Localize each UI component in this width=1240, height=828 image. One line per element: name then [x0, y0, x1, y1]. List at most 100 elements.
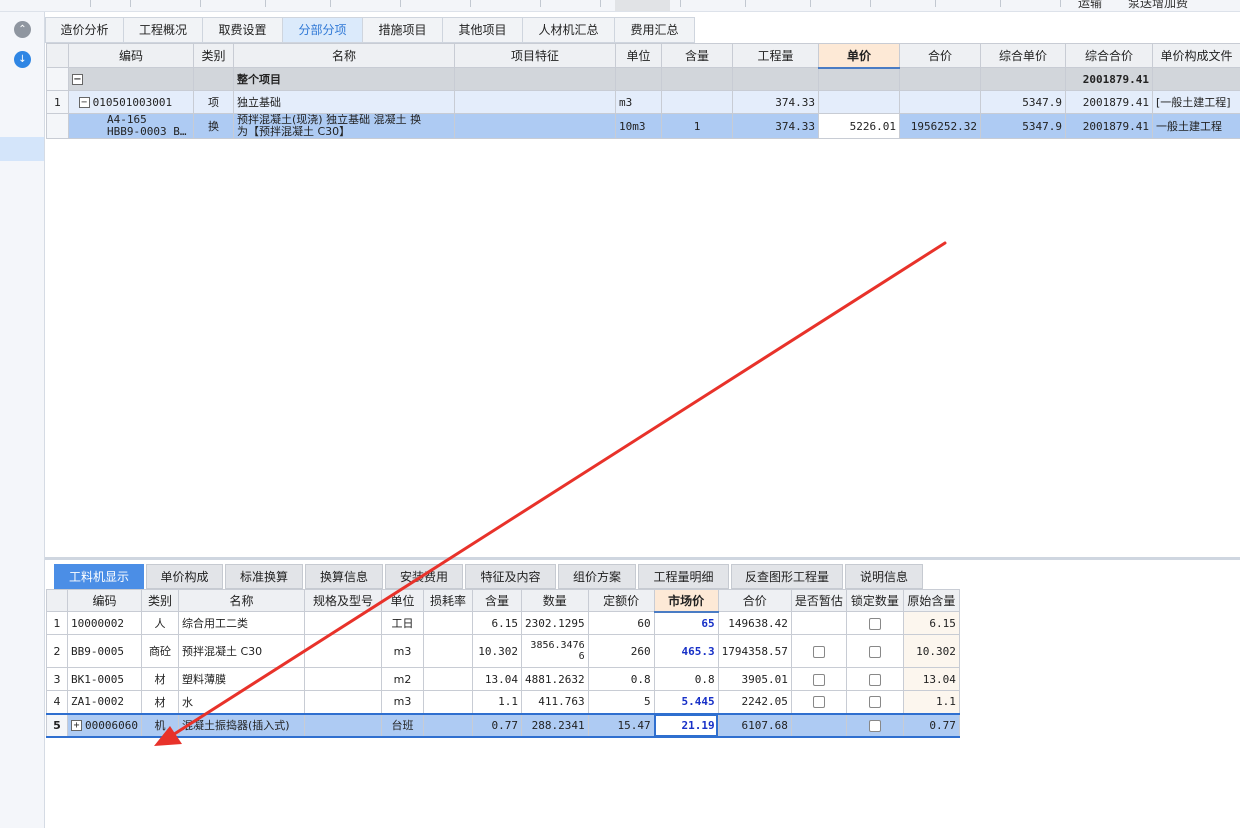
detail-tabs: 工料机显示 单价构成 标准换算 换算信息 安装费用 特征及内容 组价方案 工程量…	[54, 564, 954, 589]
col-code[interactable]: 编码	[68, 43, 194, 68]
col-lock-qty[interactable]: 锁定数量	[845, 589, 904, 612]
grid-header-row: 编码 类别 名称 项目特征 单位 含量 工程量 单价 合价 综合单价 综合合价 …	[46, 43, 1240, 69]
item-feature[interactable]	[454, 90, 616, 114]
tab-reverse-check[interactable]: 反查图形工程量	[731, 564, 843, 589]
col-name[interactable]: 名称	[233, 43, 455, 68]
row-whole-project[interactable]: − 整个项目 2001879.41	[46, 67, 1240, 91]
whole-project-name: 整个项目	[233, 67, 455, 91]
col-name[interactable]: 名称	[178, 589, 305, 612]
collapse-minus-icon[interactable]: −	[72, 74, 83, 85]
lock-qty-checkbox[interactable]	[868, 645, 881, 658]
col-unit[interactable]: 单位	[615, 43, 662, 68]
tab-project-overview[interactable]: 工程概况	[124, 17, 203, 43]
tab-quantity-detail[interactable]: 工程量明细	[638, 564, 729, 589]
sub-composite-unit-price: 5347.9	[980, 113, 1066, 139]
col-quantity[interactable]: 工程量	[732, 43, 819, 68]
col-orig-content[interactable]: 原始含量	[902, 589, 960, 612]
item-type: 项	[193, 90, 234, 114]
col-quota-price[interactable]: 定额价	[587, 589, 655, 612]
toolbar-strip: 运输 泵送增加费	[0, 0, 1240, 12]
toolbar-item-pump-fee[interactable]: 泵送增加费	[1128, 0, 1188, 11]
col-loss-rate[interactable]: 损耗率	[423, 589, 473, 612]
tab-pricing-scheme[interactable]: 组价方案	[558, 564, 636, 589]
toolbar-item-transport[interactable]: 运输	[1078, 0, 1102, 11]
tab-other-items[interactable]: 其他项目	[443, 17, 523, 43]
col-unit-price[interactable]: 单价	[818, 43, 900, 69]
header-corner	[46, 589, 68, 612]
item-unit[interactable]: m3	[615, 90, 662, 114]
row-sub-quota[interactable]: A4-165 HBB9-0003 B… 换 预拌混凝土(现浇) 独立基础 混凝土 …	[46, 113, 1240, 139]
is-estimate-checkbox[interactable]	[812, 696, 825, 709]
collapse-up-icon[interactable]: ⌃	[14, 21, 31, 38]
header-corner	[46, 43, 69, 68]
sub-unit[interactable]: 10m3	[615, 113, 662, 139]
main-tabs: 造价分析 工程概况 取费设置 分部分项 措施项目 其他项目 人材机汇总 费用汇总	[45, 17, 1240, 43]
is-estimate-checkbox[interactable]	[812, 673, 825, 686]
tab-fee-settings[interactable]: 取费设置	[203, 17, 283, 43]
material-row[interactable]: 3 BK1-0005 材 塑料薄膜 m2 13.04 4881.2632 0.8…	[46, 667, 960, 691]
tab-sub-items[interactable]: 分部分项	[283, 17, 363, 43]
sub-composite-price: 2001879.41	[1065, 113, 1153, 139]
item-content	[661, 90, 733, 114]
tab-conversion-info[interactable]: 换算信息	[305, 564, 383, 589]
material-row[interactable]: 2 BB9-0005 商砼 预拌混凝土 C30 m3 10.302 3856.3…	[46, 634, 960, 668]
tab-measures[interactable]: 措施项目	[363, 17, 443, 43]
tab-description[interactable]: 说明信息	[845, 564, 923, 589]
col-unit[interactable]: 单位	[381, 589, 424, 612]
lock-qty-checkbox[interactable]	[868, 673, 881, 686]
col-content[interactable]: 含量	[472, 589, 522, 612]
col-amount[interactable]: 数量	[521, 589, 589, 612]
expand-plus-icon[interactable]: +	[71, 720, 82, 731]
item-price	[899, 90, 981, 114]
material-row[interactable]: 4 ZA1-0002 材 水 m3 1.1 411.763 5 5.445 22…	[46, 690, 960, 714]
item-name[interactable]: 独立基础	[233, 90, 455, 114]
item-template[interactable]: [一般土建工程]	[1152, 90, 1240, 114]
materials-grid: 编码 类别 名称 规格及型号 单位 损耗率 含量 数量 定额价 市场价 合价 是…	[46, 589, 960, 738]
pane-splitter[interactable]	[45, 557, 1240, 560]
col-composite-price[interactable]: 综合合价	[1065, 43, 1153, 68]
lock-qty-checkbox[interactable]	[868, 617, 881, 630]
material-row[interactable]: 1 10000002 人 综合用工二类 工日 6.15 2302.1295 60…	[46, 611, 960, 635]
market-price-input[interactable]: 21.19	[653, 712, 719, 738]
rail-selected-item[interactable]	[0, 137, 44, 161]
is-estimate-checkbox[interactable]	[812, 645, 825, 658]
col-total[interactable]: 合价	[717, 589, 792, 612]
whole-project-total: 2001879.41	[1065, 67, 1153, 91]
tab-material-display[interactable]: 工料机显示	[54, 564, 144, 589]
col-template[interactable]: 单价构成文件	[1152, 43, 1240, 68]
sub-quantity[interactable]: 374.33	[732, 113, 819, 139]
item-composite-unit-price: 5347.9	[980, 90, 1066, 114]
sub-unit-price-input[interactable]: 5226.01	[818, 113, 900, 139]
col-price[interactable]: 合价	[899, 43, 981, 68]
item-quantity[interactable]: 374.33	[732, 90, 819, 114]
material-row-selected[interactable]: 5 +00006060 机 混凝土振捣器(插入式) 台班 0.77 288.23…	[46, 712, 960, 738]
sub-template[interactable]: 一般土建工程	[1152, 113, 1240, 139]
col-spec[interactable]: 规格及型号	[304, 589, 382, 612]
row-item-foundation[interactable]: 1 −010501003001 项 独立基础 m3 374.33 5347.9 …	[46, 90, 1240, 114]
item-composite-price: 2001879.41	[1065, 90, 1153, 114]
sub-feature[interactable]	[454, 113, 616, 139]
col-code[interactable]: 编码	[67, 589, 142, 612]
tab-fee-summary[interactable]: 费用汇总	[615, 17, 695, 43]
tab-install-fees[interactable]: 安装费用	[385, 564, 463, 589]
sub-items-grid: 编码 类别 名称 项目特征 单位 含量 工程量 单价 合价 综合单价 综合合价 …	[46, 43, 1240, 139]
sub-code-line2: HBB9-0003 B…	[107, 125, 187, 138]
lock-qty-checkbox[interactable]	[868, 719, 881, 732]
col-is-estimate[interactable]: 是否暂估	[790, 589, 847, 612]
col-type[interactable]: 类别	[193, 43, 234, 68]
item-code[interactable]: 010501003001	[93, 96, 172, 109]
lock-qty-checkbox[interactable]	[868, 696, 881, 709]
tab-features-content[interactable]: 特征及内容	[465, 564, 556, 589]
tab-cost-analysis[interactable]: 造价分析	[45, 17, 124, 43]
tab-standard-conversion[interactable]: 标准换算	[225, 564, 303, 589]
sub-content[interactable]: 1	[661, 113, 733, 139]
download-icon[interactable]: ↓	[14, 51, 31, 68]
col-market-price[interactable]: 市场价	[653, 589, 719, 613]
col-content[interactable]: 含量	[661, 43, 733, 68]
tab-price-composition[interactable]: 单价构成	[146, 564, 223, 589]
col-type[interactable]: 类别	[141, 589, 179, 612]
col-composite-unit-price[interactable]: 综合单价	[980, 43, 1066, 68]
tab-material-summary[interactable]: 人材机汇总	[523, 17, 615, 43]
collapse-minus-icon[interactable]: −	[78, 97, 90, 108]
col-feature[interactable]: 项目特征	[454, 43, 616, 68]
